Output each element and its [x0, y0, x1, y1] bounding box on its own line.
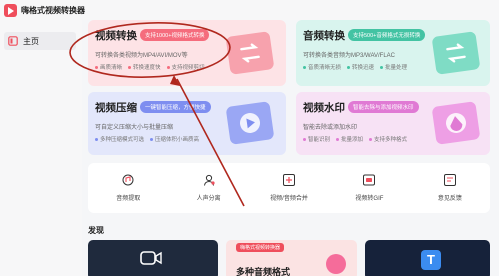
- card-features: 智能识别 批量添加 支持多种格式: [303, 135, 407, 143]
- vocal-separate-icon: [203, 174, 215, 186]
- tool-vocal-separate[interactable]: 人声分离: [168, 163, 248, 213]
- card-tag: 支持1000+视频格式转换: [140, 29, 210, 41]
- card-features: 多种压缩模式可选 压缩体积小画质高: [95, 135, 199, 143]
- sidebar-item-home[interactable]: 主页: [4, 32, 76, 50]
- tools-row: 音频提取 人声分离 视频/音频合并 视频转GIF 意见反馈: [88, 163, 490, 213]
- discover-banner-1[interactable]: [88, 240, 218, 276]
- feature-item: 音质清晰无损: [303, 63, 341, 71]
- card-title: 音频转换: [303, 30, 345, 42]
- card-features: 画质清晰 转换速度快 支持视频剪切: [95, 63, 205, 71]
- feature-item: 压缩体积小画质高: [150, 135, 199, 143]
- card-desc: 可转换各类音频为MP3/WAV/FLAC: [303, 53, 396, 59]
- banner-tag: 嗨格式视频转换器: [236, 243, 285, 252]
- tool-label: 人声分离: [196, 196, 221, 202]
- feature-item: 支持多种格式: [369, 135, 407, 143]
- tool-audio-extract[interactable]: 音频提取: [88, 163, 168, 213]
- text-tool-icon: T: [421, 250, 441, 270]
- feature-item: 支持视频剪切: [166, 63, 205, 71]
- card-desc: 智能去除或添加水印: [303, 125, 358, 131]
- card-tag: 智能去除与添加视频水印: [348, 101, 419, 113]
- tool-label: 视频转GIF: [355, 196, 384, 202]
- merge-icon: [283, 174, 296, 186]
- tool-label: 音频提取: [116, 196, 141, 202]
- audio-convert-card[interactable]: 音频转换 支持500+音频格式无损转换 可转换各类音频为MP3/WAV/FLAC…: [296, 20, 490, 86]
- card-desc: 可转换各类视频为MP4/AVI/MOV等: [95, 53, 188, 59]
- feature-item: 批量添加: [336, 135, 363, 143]
- watermark-illustration-icon: [431, 101, 481, 145]
- banner-text: 多种音频格式: [236, 267, 291, 276]
- video-convert-card[interactable]: 视频转换 支持1000+视频格式转换 可转换各类视频为MP4/AVI/MOV等 …: [88, 20, 286, 86]
- gif-icon: [363, 174, 376, 186]
- audio-extract-icon: [122, 174, 134, 186]
- feature-item: 转换迅速: [347, 63, 374, 71]
- convert-illustration-icon: [225, 31, 275, 75]
- card-title: 视频转换: [95, 30, 137, 42]
- video-watermark-card[interactable]: 视频水印 智能去除与添加视频水印 智能去除或添加水印 智能识别 批量添加 支持多…: [296, 92, 490, 155]
- discover-banner-3[interactable]: T: [365, 240, 490, 276]
- feedback-icon: [443, 174, 456, 186]
- audio-illustration-icon: [431, 31, 481, 75]
- feature-item: 批量处理: [380, 63, 407, 71]
- home-icon: [8, 36, 18, 46]
- tool-feedback[interactable]: 意见反馈: [410, 163, 490, 213]
- feature-item: 画质清晰: [95, 63, 122, 71]
- card-tag: 支持500+音频格式无损转换: [348, 29, 426, 41]
- feature-item: 智能识别: [303, 135, 330, 143]
- music-note-icon: [326, 254, 346, 274]
- card-tag: 一键智能压缩，方便快捷: [140, 101, 211, 113]
- discover-banner-2[interactable]: 嗨格式视频转换器 多种音频格式: [226, 240, 357, 276]
- tool-gif[interactable]: 视频转GIF: [329, 163, 409, 213]
- card-features: 音质清晰无损 转换迅速 批量处理: [303, 63, 407, 71]
- card-title: 视频水印: [303, 102, 345, 114]
- feature-item: 多种压缩模式可选: [95, 135, 144, 143]
- discover-heading: 发现: [88, 226, 104, 235]
- card-desc: 可自定义压缩大小与批量压缩: [95, 125, 174, 131]
- video-camera-icon: [140, 251, 162, 265]
- app-logo-icon: [4, 3, 17, 17]
- compress-illustration-icon: [225, 101, 275, 145]
- tool-label: 视频/音频合并: [270, 196, 308, 202]
- title-bar: 嗨格式视频转换器: [0, 0, 499, 20]
- video-compress-card[interactable]: 视频压缩 一键智能压缩，方便快捷 可自定义压缩大小与批量压缩 多种压缩模式可选 …: [88, 92, 286, 155]
- tool-merge[interactable]: 视频/音频合并: [249, 163, 329, 213]
- sidebar: 主页: [0, 20, 82, 276]
- feature-item: 转换速度快: [128, 63, 161, 71]
- card-title: 视频压缩: [95, 102, 137, 114]
- tool-label: 意见反馈: [437, 196, 462, 202]
- sidebar-item-label: 主页: [23, 36, 39, 46]
- app-title: 嗨格式视频转换器: [21, 5, 85, 15]
